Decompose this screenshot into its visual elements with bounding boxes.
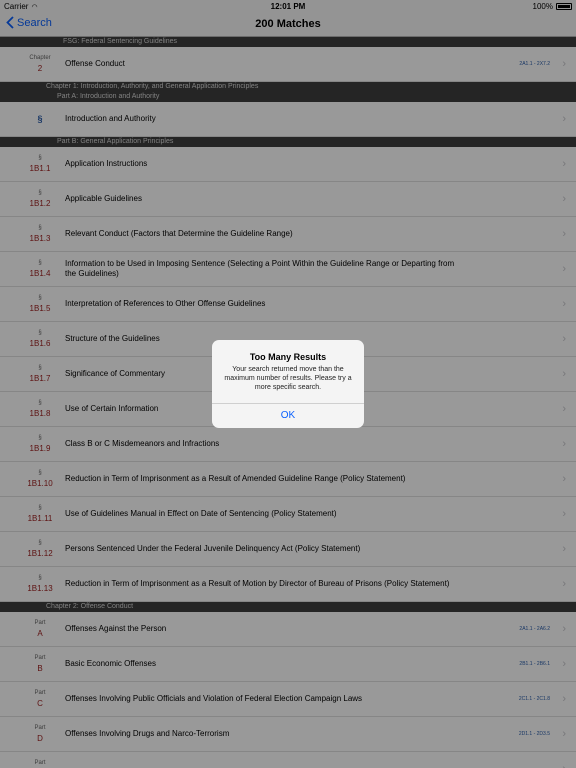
ok-button[interactable]: OK xyxy=(212,403,364,428)
alert-dialog: Too Many Results Your search returned mo… xyxy=(212,340,364,428)
alert-message: Your search returned move than the maxim… xyxy=(224,366,352,391)
alert-title: Too Many Results xyxy=(249,352,327,362)
